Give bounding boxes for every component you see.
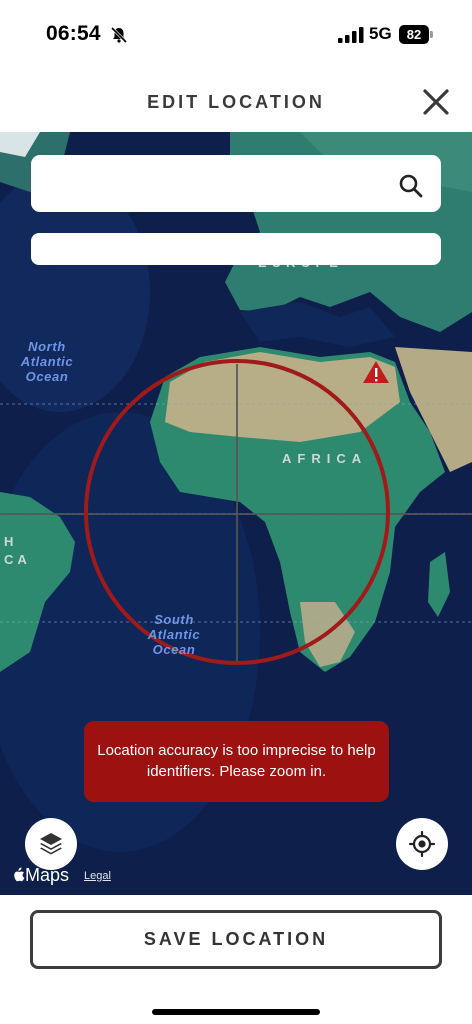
search-icon[interactable]	[398, 173, 424, 199]
map-view[interactable]: North Atlantic Ocean South Atlantic Ocea…	[0, 132, 472, 895]
search-box[interactable]	[31, 155, 441, 212]
map-label-america-partial: H CA	[4, 534, 31, 567]
close-icon[interactable]	[420, 86, 452, 118]
network-type: 5G	[369, 24, 392, 43]
locate-icon	[408, 830, 436, 858]
header: EDIT LOCATION	[0, 70, 472, 132]
status-time: 06:54	[46, 22, 101, 45]
maps-attribution-text: Maps	[25, 865, 70, 885]
accuracy-warning-banner: Location accuracy is too imprecise to he…	[84, 721, 389, 802]
home-indicator	[152, 1009, 320, 1015]
signal-icon	[338, 27, 364, 43]
south-atlantic-label: South Atlantic Ocean	[147, 612, 201, 657]
footer: SAVE LOCATION	[0, 895, 472, 1024]
map-label-south-atlantic: South Atlantic Ocean	[142, 612, 206, 657]
location-name-field[interactable]	[31, 233, 441, 265]
save-location-button[interactable]: SAVE LOCATION	[30, 910, 442, 969]
battery-level: 82	[399, 25, 429, 44]
apple-logo-icon	[14, 867, 25, 882]
map-label-africa: AFRICA	[282, 451, 368, 466]
bell-slash-icon	[110, 26, 128, 44]
status-bar: 06:54 5G 82	[0, 0, 472, 70]
search-input[interactable]	[47, 155, 387, 212]
battery-icon: 82	[399, 25, 433, 44]
north-atlantic-label: North Atlantic Ocean	[20, 339, 74, 384]
legal-link[interactable]: Legal	[84, 870, 111, 882]
layers-icon	[40, 833, 62, 855]
maps-attribution: Maps	[12, 865, 69, 886]
current-location-button[interactable]	[396, 818, 448, 870]
map-label-north-atlantic: North Atlantic Ocean	[18, 339, 76, 384]
layers-button[interactable]	[25, 818, 77, 870]
page-title: EDIT LOCATION	[147, 92, 325, 112]
